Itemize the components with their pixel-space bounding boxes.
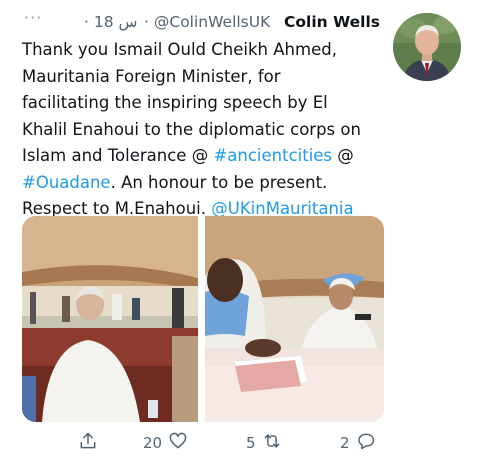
photo-tent-gathering[interactable] [22, 216, 198, 422]
photo-speaker-table[interactable] [205, 216, 384, 422]
retweet-button[interactable]: 5 [246, 428, 282, 458]
retweets-count: 5 [246, 434, 256, 452]
tweet-time[interactable]: · 18 س [84, 10, 137, 34]
author-avatar[interactable] [393, 13, 461, 81]
tweet-header: · 18 س · @ColinWellsUK Colin Wells [84, 10, 384, 34]
replies-count: 2 [340, 434, 350, 452]
like-button[interactable]: 20 [143, 428, 188, 458]
hashtag-ancientcities[interactable]: #ancientcities [213, 146, 332, 165]
tweet-text-part: @ [337, 146, 354, 165]
more-options-button[interactable]: ··· [24, 10, 42, 26]
retweet-icon [262, 431, 282, 455]
reply-icon [356, 431, 376, 455]
time-label: 18 س [93, 13, 138, 31]
share-icon [78, 431, 98, 455]
tweet-media [22, 216, 384, 422]
tweet-actions: 20 5 2 [0, 428, 480, 458]
separator: · [84, 13, 89, 31]
tweet-text: Thank you Ismail Ould Cheikh Ahmed, Maur… [22, 37, 392, 223]
author-handle[interactable]: · @ColinWellsUK [144, 10, 270, 34]
likes-count: 20 [143, 434, 163, 452]
share-button[interactable] [78, 428, 98, 458]
reply-button[interactable]: 2 [340, 428, 376, 458]
hashtag-ouadane[interactable]: #Ouadane [22, 173, 111, 192]
heart-icon [168, 431, 188, 455]
author-name[interactable]: Colin Wells [284, 10, 380, 34]
separator: · [144, 13, 149, 31]
handle-label: @ColinWellsUK [153, 13, 271, 31]
